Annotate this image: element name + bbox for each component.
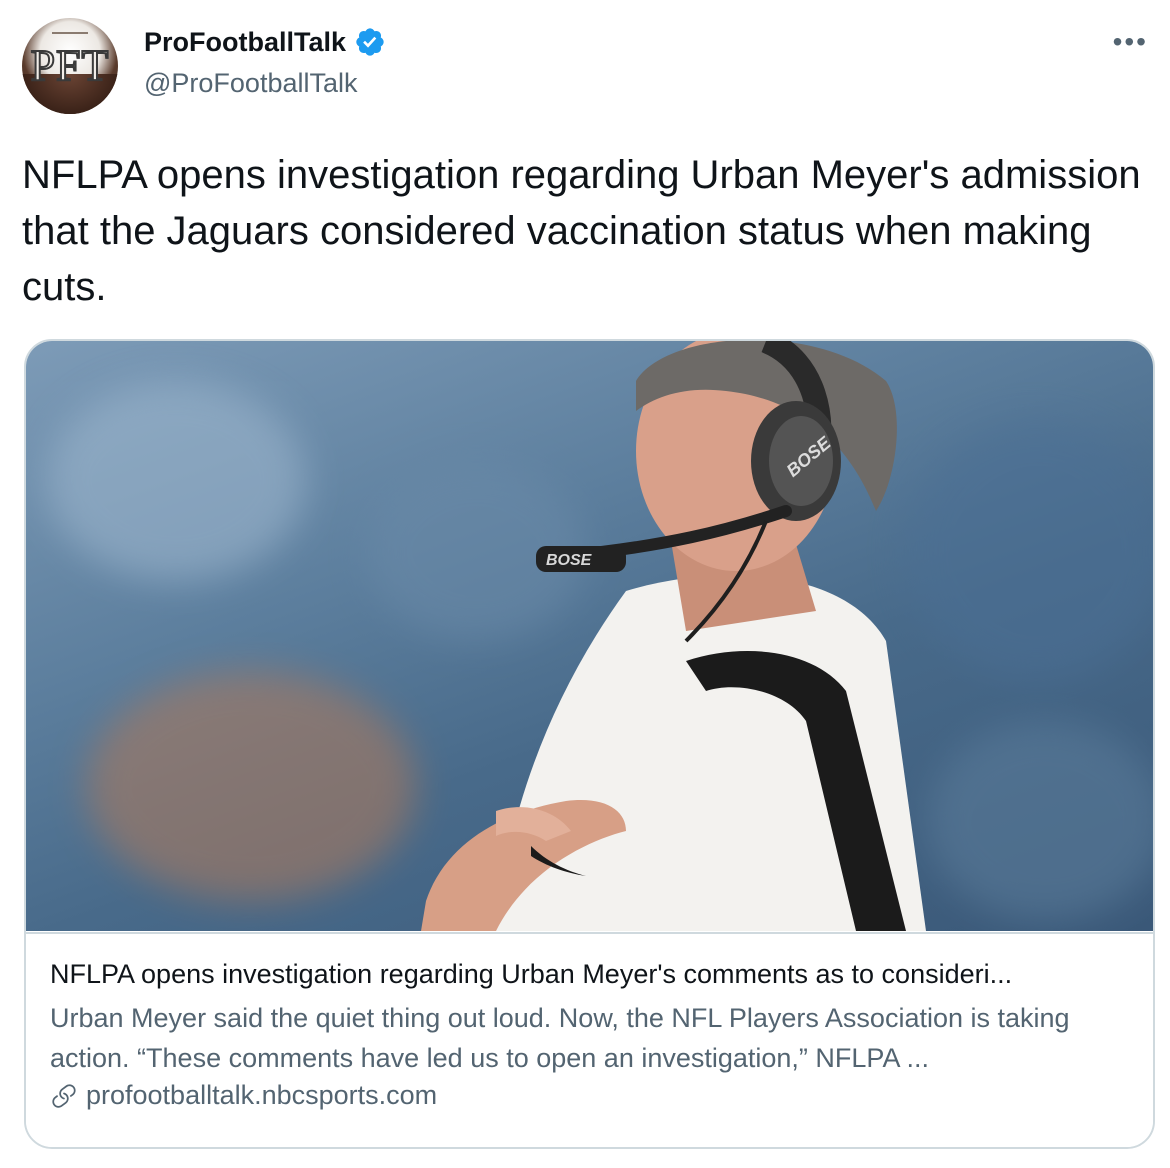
link-preview-card[interactable]: BOSE BOSE NFLPA opens investigation rega… (24, 339, 1155, 1149)
tweet-text: NFLPA opens investigation regarding Urba… (22, 153, 1141, 309)
author-name-row: ProFootballTalk (144, 26, 386, 58)
football-laces (52, 32, 88, 38)
avatar[interactable]: PFT (22, 18, 118, 114)
more-horizontal-icon[interactable]: ••• (1113, 28, 1148, 56)
card-domain-text[interactable]: profootballtalk.nbcsports.com (86, 1080, 437, 1111)
coach-illustration: BOSE BOSE (421, 341, 926, 931)
card-description: Urban Meyer said the quiet thing out lou… (50, 1003, 1070, 1073)
card-title[interactable]: NFLPA opens investigation regarding Urba… (50, 956, 1130, 992)
mic-brand-text: BOSE (546, 552, 593, 569)
verified-badge-icon (356, 28, 384, 56)
avatar-logo: PFT (30, 41, 110, 90)
author-handle[interactable]: @ProFootballTalk (144, 68, 358, 99)
card-domain[interactable]: profootballtalk.nbcsports.com (50, 1080, 437, 1111)
link-icon (52, 1083, 76, 1108)
card-meta[interactable]: NFLPA opens investigation regarding Urba… (26, 932, 1153, 1147)
card-image[interactable]: BOSE BOSE (26, 341, 1153, 931)
author-display-name[interactable]: ProFootballTalk (144, 27, 346, 58)
